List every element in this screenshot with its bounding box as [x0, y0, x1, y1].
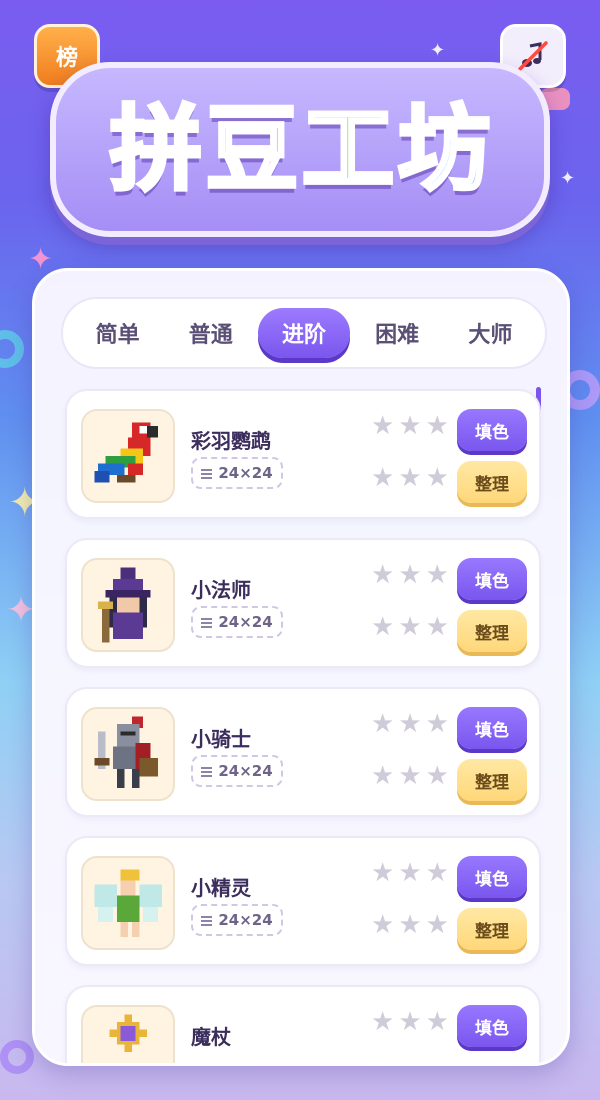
- grid-size-label: 24×24: [218, 613, 273, 631]
- knight-pixel-art-icon: [94, 716, 158, 788]
- tidy-star-rating: ★ ★ ★: [371, 465, 449, 491]
- fill-color-button[interactable]: 填色: [457, 856, 527, 898]
- level-select-panel: 简单 普通 进阶 困难 大师 彩羽鹦鹉 24×24 ★ ★ ★ ★ ★ ★ 填色…: [32, 268, 570, 1066]
- grid-size-badge: 24×24: [191, 904, 283, 936]
- music-muted-icon: [518, 41, 548, 71]
- fill-color-button[interactable]: 填色: [457, 707, 527, 749]
- star-icon: ★: [425, 411, 449, 441]
- background-bead: [0, 1040, 34, 1074]
- star-icon: ★: [425, 560, 449, 590]
- star-icon: ★: [398, 463, 422, 493]
- level-thumbnail: [81, 856, 175, 950]
- star-icon: ★: [371, 858, 395, 888]
- star-icon: ★: [425, 761, 449, 791]
- star-icon: ★: [398, 612, 422, 642]
- title-char: 拼: [108, 95, 204, 203]
- star-icon: ★: [425, 612, 449, 642]
- wizard-pixel-art-icon: [98, 567, 151, 643]
- star-icon: ★: [371, 463, 395, 493]
- grid-icon: [201, 616, 213, 628]
- star-icon: ★: [371, 612, 395, 642]
- level-name: 彩羽鹦鹉: [191, 429, 271, 453]
- tab-advanced[interactable]: 进阶: [257, 308, 350, 358]
- grid-icon: [201, 467, 213, 479]
- grid-icon: [201, 914, 213, 926]
- star-icon: ★: [425, 910, 449, 940]
- tab-easy[interactable]: 简单: [72, 308, 164, 358]
- title-char: 坊: [396, 95, 492, 203]
- fill-star-rating: ★ ★ ★: [371, 413, 449, 439]
- star-icon: ★: [425, 1007, 449, 1037]
- tidy-button[interactable]: 整理: [457, 908, 527, 950]
- grid-size-label: 24×24: [218, 464, 273, 482]
- game-title-logo: 拼 豆 工 坊: [50, 62, 550, 237]
- background-bead: [0, 330, 24, 368]
- grid-size-label: 24×24: [218, 762, 273, 780]
- tidy-button[interactable]: 整理: [457, 759, 527, 801]
- level-card[interactable]: 小骑士 24×24 ★ ★ ★ ★ ★ ★ 填色 整理: [65, 687, 541, 817]
- level-thumbnail: [81, 558, 175, 652]
- difficulty-tabs: 简单 普通 进阶 困难 大师: [61, 297, 547, 369]
- star-icon: ★: [371, 560, 395, 590]
- title-char: 豆: [204, 95, 300, 203]
- star-icon: ★: [371, 761, 395, 791]
- tab-hard[interactable]: 困难: [351, 308, 443, 358]
- grid-size-label: 24×24: [218, 911, 273, 929]
- level-card[interactable]: 小精灵 24×24 ★ ★ ★ ★ ★ ★ 填色 整理: [65, 836, 541, 966]
- grid-size-badge: 24×24: [191, 457, 283, 489]
- level-thumbnail: [81, 707, 175, 801]
- tidy-star-rating: ★ ★ ★: [371, 763, 449, 789]
- grid-size-badge: 24×24: [191, 606, 283, 638]
- fill-star-rating: ★ ★ ★: [371, 562, 449, 588]
- star-icon: ★: [398, 1007, 422, 1037]
- tidy-button[interactable]: 整理: [457, 461, 527, 503]
- star-icon: ★: [398, 411, 422, 441]
- star-icon: ★: [371, 1007, 395, 1037]
- level-thumbnail: [81, 1005, 175, 1063]
- tidy-star-rating: ★ ★ ★: [371, 912, 449, 938]
- fill-color-button[interactable]: 填色: [457, 409, 527, 451]
- level-name: 魔杖: [191, 1025, 231, 1049]
- level-card[interactable]: 魔杖 ★ ★ ★ 填色: [65, 985, 541, 1063]
- star-icon: ★: [425, 709, 449, 739]
- star-icon: ★: [425, 463, 449, 493]
- grid-icon: [201, 765, 213, 777]
- sparkle-icon: ✦: [560, 168, 576, 189]
- title-char: 工: [300, 95, 396, 203]
- level-name: 小骑士: [191, 727, 251, 751]
- fill-star-rating: ★ ★ ★: [371, 711, 449, 737]
- parrot-pixel-art-icon: [94, 422, 158, 483]
- tab-master[interactable]: 大师: [444, 308, 536, 358]
- fill-color-button[interactable]: 填色: [457, 1005, 527, 1047]
- grid-size-badge: 24×24: [191, 755, 283, 787]
- tidy-star-rating: ★ ★ ★: [371, 614, 449, 640]
- star-icon: ★: [425, 858, 449, 888]
- star-icon: ★: [398, 858, 422, 888]
- star-icon: ★: [398, 910, 422, 940]
- level-card[interactable]: 小法师 24×24 ★ ★ ★ ★ ★ ★ 填色 整理: [65, 538, 541, 668]
- sparkle-icon: ✦: [430, 40, 446, 61]
- star-icon: ★: [371, 910, 395, 940]
- fill-color-button[interactable]: 填色: [457, 558, 527, 600]
- leaderboard-label: 榜: [55, 46, 78, 71]
- star-icon: ★: [398, 560, 422, 590]
- level-name: 小法师: [191, 578, 251, 602]
- level-card[interactable]: 彩羽鹦鹉 24×24 ★ ★ ★ ★ ★ ★ 填色 整理: [65, 389, 541, 519]
- fairy-pixel-art-icon: [94, 869, 162, 937]
- fill-star-rating: ★ ★ ★: [371, 1009, 449, 1035]
- star-icon: ★: [398, 761, 422, 791]
- fill-star-rating: ★ ★ ★: [371, 860, 449, 886]
- level-list: 彩羽鹦鹉 24×24 ★ ★ ★ ★ ★ ★ 填色 整理 小法师 24×24 ★…: [65, 389, 541, 1063]
- star-icon: ★: [371, 411, 395, 441]
- star-icon: ★: [371, 709, 395, 739]
- wand-pixel-art-icon: [109, 1014, 147, 1052]
- tab-normal[interactable]: 普通: [165, 308, 257, 358]
- star-icon: ★: [398, 709, 422, 739]
- tidy-button[interactable]: 整理: [457, 610, 527, 652]
- level-thumbnail: [81, 409, 175, 503]
- level-name: 小精灵: [191, 876, 251, 900]
